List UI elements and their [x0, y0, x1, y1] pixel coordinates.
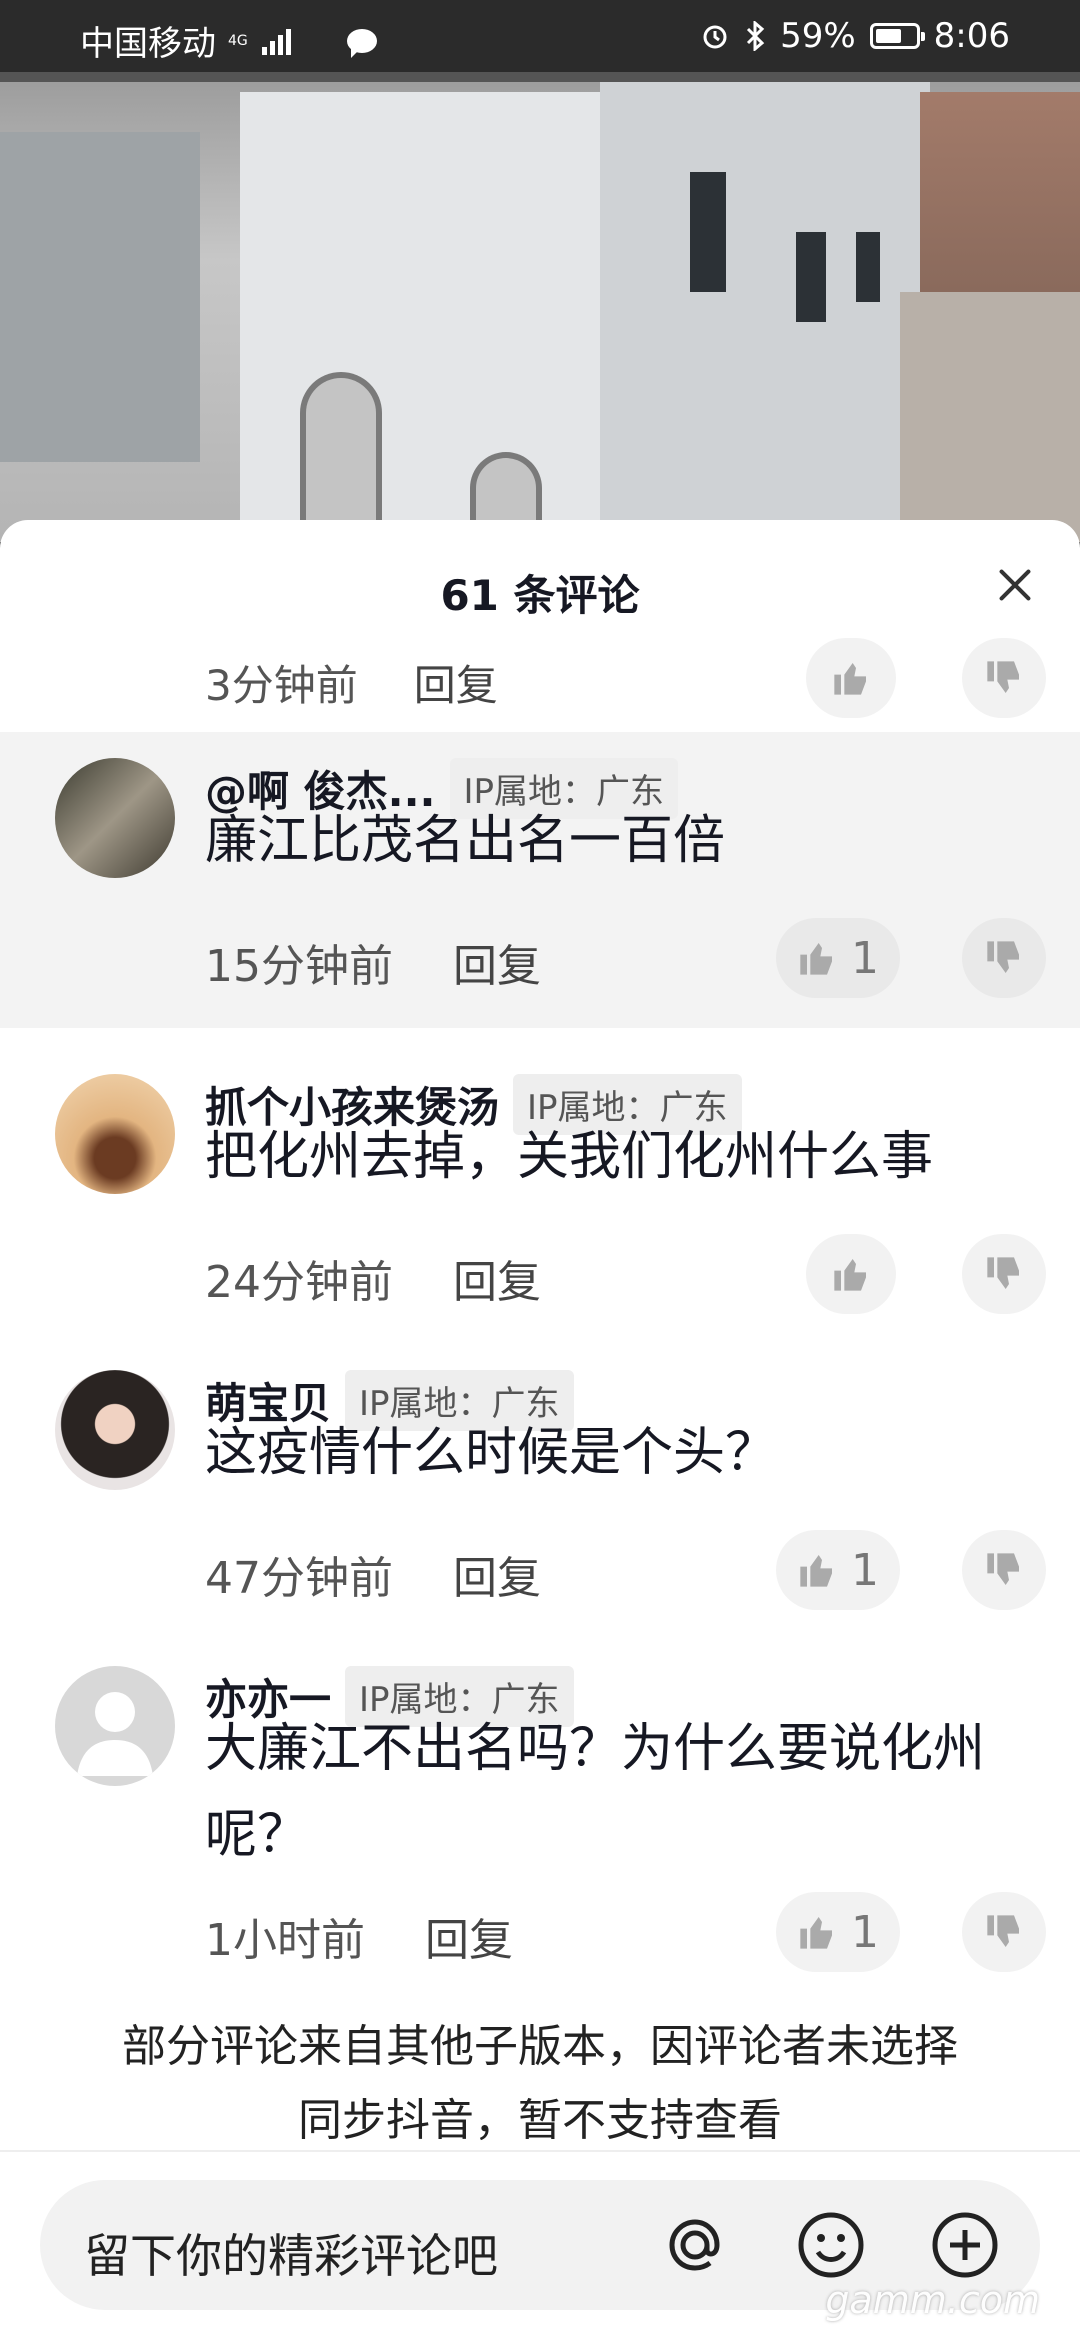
notice-line: 同步抖音，暂不支持查看: [298, 2095, 782, 2146]
thumbs-up-icon: [800, 1917, 832, 1949]
like-button[interactable]: 1: [776, 918, 900, 998]
add-icon[interactable]: [930, 2210, 1000, 2280]
sheet-header: 61 条评论: [0, 520, 1080, 620]
watermark: gamm.com: [825, 2278, 1040, 2322]
alarm-icon: [703, 25, 727, 49]
avatar[interactable]: [55, 758, 175, 878]
divider: [0, 2150, 1080, 2152]
comments-sheet: 61 条评论 3分钟前 回复 @啊 俊杰... IP属地：广东 廉江比茂名出名一百…: [0, 520, 1080, 2340]
comment-input-placeholder[interactable]: 留下你的精彩评论吧: [84, 2220, 498, 2286]
comment-time: 3分钟前: [205, 661, 358, 710]
reply-button[interactable]: 回复: [414, 661, 498, 710]
thumbs-up-icon: [834, 663, 866, 695]
emoji-icon[interactable]: [796, 2210, 866, 2280]
like-count: 1: [851, 932, 879, 984]
thumbs-down-icon: [987, 661, 1019, 693]
close-icon[interactable]: [990, 560, 1040, 610]
thumbs-up-icon: [800, 943, 832, 975]
hidden-comments-notice: 部分评论来自其他子版本，因评论者未选择 同步抖音，暂不支持查看: [0, 2010, 1080, 2158]
message-icon: [346, 28, 377, 58]
comment-item[interactable]: @啊 俊杰... IP属地：广东 廉江比茂名出名一百倍 15分钟前 回复 1: [0, 732, 1080, 1028]
comments-count-title: 61 条评论: [440, 571, 640, 620]
reply-button[interactable]: 回复: [453, 1257, 541, 1308]
comment-time: 24分钟前: [205, 1257, 393, 1308]
comment-text: 廉江比茂名出名一百倍: [205, 811, 726, 871]
like-count: 1: [851, 1906, 879, 1958]
thumbs-down-icon: [987, 1257, 1019, 1289]
thumbs-down-icon: [987, 941, 1019, 973]
comment-text: 大廉江不出名吗？为什么要说化州呢？: [205, 1719, 986, 1865]
like-button[interactable]: [806, 638, 896, 718]
bluetooth-icon: [747, 21, 765, 51]
avatar[interactable]: [55, 1074, 175, 1194]
like-button[interactable]: 1: [776, 1530, 900, 1610]
video-frame[interactable]: [0, 72, 1080, 542]
dislike-button[interactable]: [962, 1530, 1046, 1610]
clock: 8:06: [933, 16, 1010, 56]
thumbs-up-icon: [834, 1259, 866, 1291]
dislike-button[interactable]: [962, 1234, 1046, 1314]
reply-button[interactable]: 回复: [453, 941, 541, 992]
network-type: 4G: [228, 32, 248, 49]
like-button[interactable]: [806, 1234, 896, 1314]
thumbs-down-icon: [987, 1915, 1019, 1947]
dislike-button[interactable]: [962, 918, 1046, 998]
like-button[interactable]: 1: [776, 1892, 900, 1972]
dislike-button[interactable]: [962, 1892, 1046, 1972]
comment-time: 47分钟前: [205, 1553, 393, 1604]
comment-text: 这疫情什么时候是个头？: [205, 1423, 778, 1483]
reply-button[interactable]: 回复: [425, 1915, 513, 1966]
comment-item[interactable]: 抓个小孩来煲汤 IP属地：广东 把化州去掉，关我们化州什么事 24分钟前 回复: [0, 1050, 1080, 1330]
carrier-label: 中国移动: [80, 24, 216, 64]
avatar[interactable]: [55, 1370, 175, 1490]
battery-percent: 59%: [780, 16, 856, 56]
default-avatar-icon: [77, 1692, 153, 1776]
comment-time: 1小时前: [205, 1915, 365, 1966]
comment-text: 把化州去掉，关我们化州什么事: [205, 1127, 934, 1187]
at-icon[interactable]: [660, 2210, 730, 2280]
status-bar: 中国移动 4G 59% 8:06: [0, 0, 1080, 72]
comment-item[interactable]: 亦亦一 IP属地：广东 大廉江不出名吗？为什么要说化州呢？ 1小时前 回复 1: [0, 1642, 1080, 2022]
avatar[interactable]: [55, 1666, 175, 1786]
reply-button[interactable]: 回复: [453, 1553, 541, 1604]
partial-comment-meta: 3分钟前 回复: [205, 652, 498, 713]
like-count: 1: [851, 1544, 879, 1596]
notice-line: 部分评论来自其他子版本，因评论者未选择: [122, 2021, 958, 2072]
thumbs-up-icon: [800, 1555, 832, 1587]
comment-time: 15分钟前: [205, 941, 393, 992]
dislike-button[interactable]: [962, 638, 1046, 718]
battery-icon: [869, 23, 925, 49]
comment-item[interactable]: 萌宝贝 IP属地：广东 这疫情什么时候是个头？ 47分钟前 回复 1: [0, 1346, 1080, 1626]
signal-icon: [261, 27, 291, 55]
thumbs-down-icon: [987, 1553, 1019, 1585]
